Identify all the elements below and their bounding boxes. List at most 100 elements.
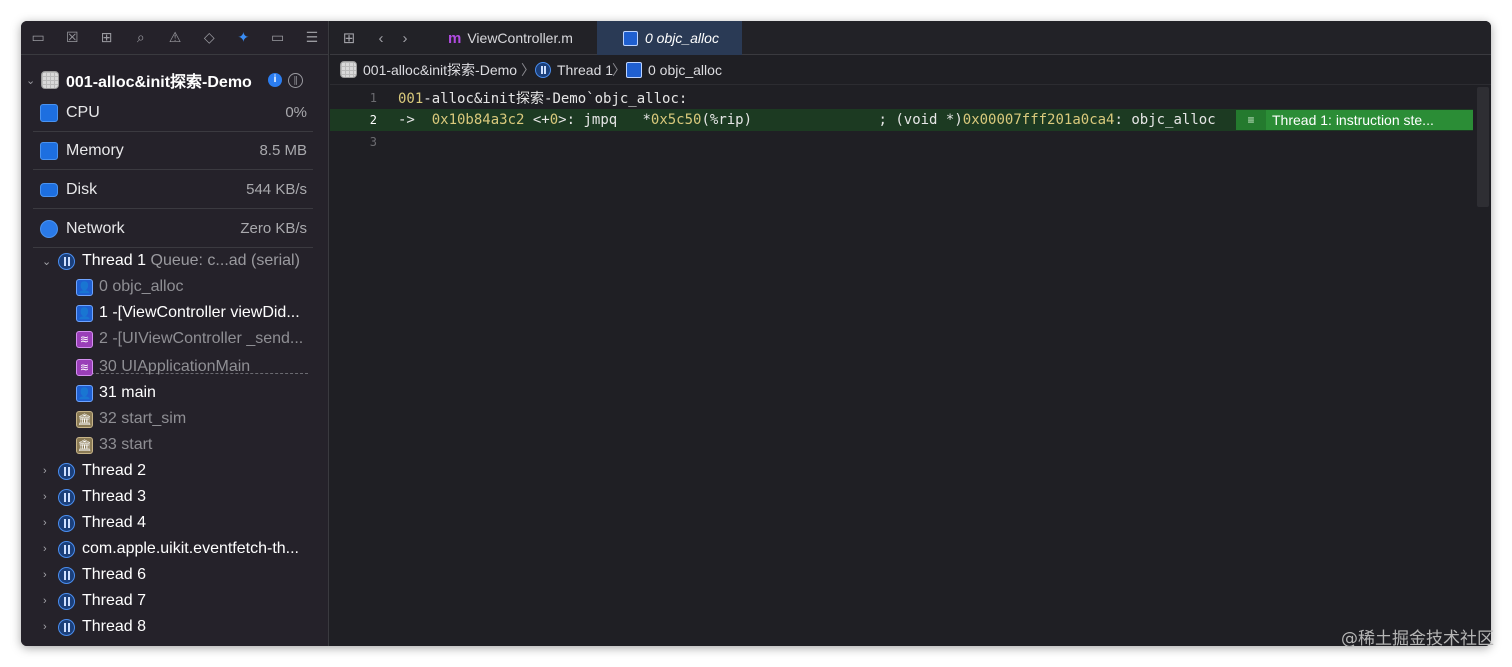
info-icon[interactable]: i (268, 73, 282, 87)
thread-label: Thread 7 (82, 592, 147, 609)
chevron-right-icon[interactable]: › (43, 491, 47, 503)
thread-icon (535, 61, 551, 78)
grid-icon[interactable]: ⊞ (338, 21, 360, 55)
frame-row[interactable]: ≋ 30 UIApplicationMain (21, 354, 329, 380)
chevron-right-icon[interactable]: › (43, 621, 47, 633)
line-source: -> 0x10b84a3c2 <+0>: jmpq *0x5c50(%rip) … (398, 112, 1216, 128)
jump-bar: 001-alloc&init探索-Demo 〉 Thread 1 〉 0 obj… (330, 55, 1491, 85)
tab-objc-alloc[interactable]: 0 objc_alloc (597, 21, 742, 55)
chevron-right-icon[interactable]: › (43, 595, 47, 607)
framework-stack-icon: ≋ (76, 330, 93, 348)
chevron-right-icon[interactable]: › (43, 517, 47, 529)
thread-filter-icon[interactable]: ∥ (288, 72, 303, 88)
instruction-step-badge[interactable]: ≡ Thread 1: instruction ste... (1236, 110, 1473, 130)
line-source: 001-alloc&init探索-Demo`objc_alloc: (398, 91, 688, 107)
gauge-network[interactable]: Network Zero KB/s (33, 210, 313, 248)
thread-row-eventfetch[interactable]: › com.apple.uikit.eventfetch-th... (21, 536, 329, 562)
code-line-current[interactable]: 2 -> 0x10b84a3c2 <+0>: jmpq *0x5c50(%rip… (330, 109, 1473, 131)
symbol-icon[interactable]: ⊞ (89, 21, 123, 55)
chevron-right-icon[interactable]: › (43, 543, 47, 555)
frame-label: 31 main (99, 384, 156, 401)
process-row[interactable]: ⌄ 001-alloc&init探索-Demo i ∥ (21, 67, 329, 93)
chevron-right-icon[interactable]: › (43, 569, 47, 581)
navigator-toolbar: ▭ ☒ ⊞ ⌕ ⚠ ◇ ✦ ▭ ☰ (21, 21, 329, 55)
breadcrumb-label: Thread 1 (557, 61, 614, 78)
gauge-value: 544 KB/s (246, 181, 307, 198)
frame-row[interactable]: 👤 0 objc_alloc (21, 274, 329, 300)
warning-icon[interactable]: ⚠ (158, 21, 192, 55)
test-icon[interactable]: ◇ (192, 21, 226, 55)
code-line[interactable]: 3 (330, 131, 1473, 153)
gauge-label: CPU (66, 103, 100, 121)
user-code-icon: 👤 (76, 384, 93, 402)
user-code-icon: 👤 (76, 304, 93, 322)
disk-icon (40, 182, 58, 197)
code-line[interactable]: 1 001-alloc&init探索-Demo`objc_alloc: (330, 87, 1473, 109)
thread-row-3[interactable]: › Thread 3 (21, 484, 329, 510)
thread-row-6[interactable]: › Thread 6 (21, 562, 329, 588)
framework-stack-icon: ≋ (76, 358, 93, 376)
back-icon[interactable]: ‹ (372, 21, 390, 55)
objc-file-icon: m (448, 29, 462, 47)
chevron-right-icon[interactable]: › (43, 465, 47, 477)
line-number: 1 (369, 91, 377, 105)
thread-icon (58, 540, 75, 558)
thread-label: Thread 2 (82, 462, 147, 479)
thread-label: Thread 8 (82, 618, 147, 635)
forward-icon[interactable]: › (396, 21, 414, 55)
thread-label: Thread 4 (82, 514, 147, 531)
frame-row[interactable]: ≋ 2 -[UIViewController _send... (21, 326, 329, 352)
breadcrumb-frame[interactable]: 0 objc_alloc (626, 61, 722, 78)
thread-icon (58, 462, 75, 480)
frame-row[interactable]: 🏛 32 start_sim (21, 406, 329, 432)
chevron-down-icon[interactable]: ⌄ (26, 74, 35, 87)
editor-area: ⊞ ‹ › m ViewController.m 0 objc_alloc 00… (330, 21, 1491, 646)
frame-label: 30 UIApplicationMain (99, 358, 251, 375)
breadcrumb-project[interactable]: 001-alloc&init探索-Demo (340, 60, 517, 80)
thread-row-4[interactable]: › Thread 4 (21, 510, 329, 536)
folder-icon[interactable]: ▭ (21, 21, 55, 55)
gauge-disk[interactable]: Disk 544 KB/s (33, 171, 313, 209)
frame-label: 32 start_sim (99, 410, 187, 427)
source-control-icon[interactable]: ☒ (55, 21, 89, 55)
tab-viewcontroller[interactable]: m ViewController.m (440, 21, 595, 55)
watermark: @稀土掘金技术社区 (1341, 629, 1494, 649)
gauge-cpu[interactable]: CPU 0% (33, 94, 313, 132)
thread-row-2[interactable]: › Thread 2 (21, 458, 329, 484)
frame-row[interactable]: 👤 1 -[ViewController viewDid... (21, 300, 329, 326)
thread-row-8[interactable]: › Thread 8 (21, 614, 329, 640)
chevron-down-icon[interactable]: ⌄ (42, 255, 51, 268)
report-icon[interactable]: ☰ (295, 21, 329, 55)
breakpoint-icon[interactable]: ▭ (261, 21, 295, 55)
line-number: 2 (369, 113, 377, 127)
user-code-icon: 👤 (76, 278, 93, 296)
tab-bar: ⊞ ‹ › m ViewController.m 0 objc_alloc (330, 21, 1491, 55)
thread-row-1[interactable]: ⌄ Thread 1 Queue: c...ad (serial) (21, 248, 329, 274)
thread-label: Thread 1 Queue: c...ad (serial) (82, 252, 300, 269)
user-code-icon (623, 30, 638, 46)
gauge-label: Disk (66, 180, 98, 198)
system-library-icon: 🏛 (76, 436, 93, 454)
breadcrumb-thread[interactable]: Thread 1 (535, 61, 614, 78)
cpu-icon (40, 103, 58, 122)
gauge-label: Network (66, 219, 125, 237)
debug-icon[interactable]: ✦ (226, 21, 260, 55)
thread-icon (58, 514, 75, 532)
thread-icon (58, 252, 75, 270)
thread-icon (58, 618, 75, 636)
process-name: 001-alloc&init探索-Demo (66, 74, 252, 91)
frame-row[interactable]: 👤 31 main (21, 380, 329, 406)
debug-navigator: ▭ ☒ ⊞ ⌕ ⚠ ◇ ✦ ▭ ☰ ⌄ 001-alloc&init探索-Dem… (21, 21, 329, 646)
gauge-value: 8.5 MB (259, 142, 307, 159)
thread-queue: Queue: c...ad (serial) (150, 252, 300, 269)
frame-row[interactable]: 🏛 33 start (21, 432, 329, 458)
gauge-value: 0% (285, 104, 307, 121)
gauge-memory[interactable]: Memory 8.5 MB (33, 132, 313, 170)
tab-label: ViewController.m (467, 30, 573, 46)
app-icon (340, 61, 357, 78)
minimap-scrollbar[interactable] (1477, 87, 1489, 207)
app-icon (41, 71, 59, 89)
thread-row-7[interactable]: › Thread 7 (21, 588, 329, 614)
frame-label: 33 start (99, 436, 153, 453)
search-icon[interactable]: ⌕ (124, 21, 158, 55)
